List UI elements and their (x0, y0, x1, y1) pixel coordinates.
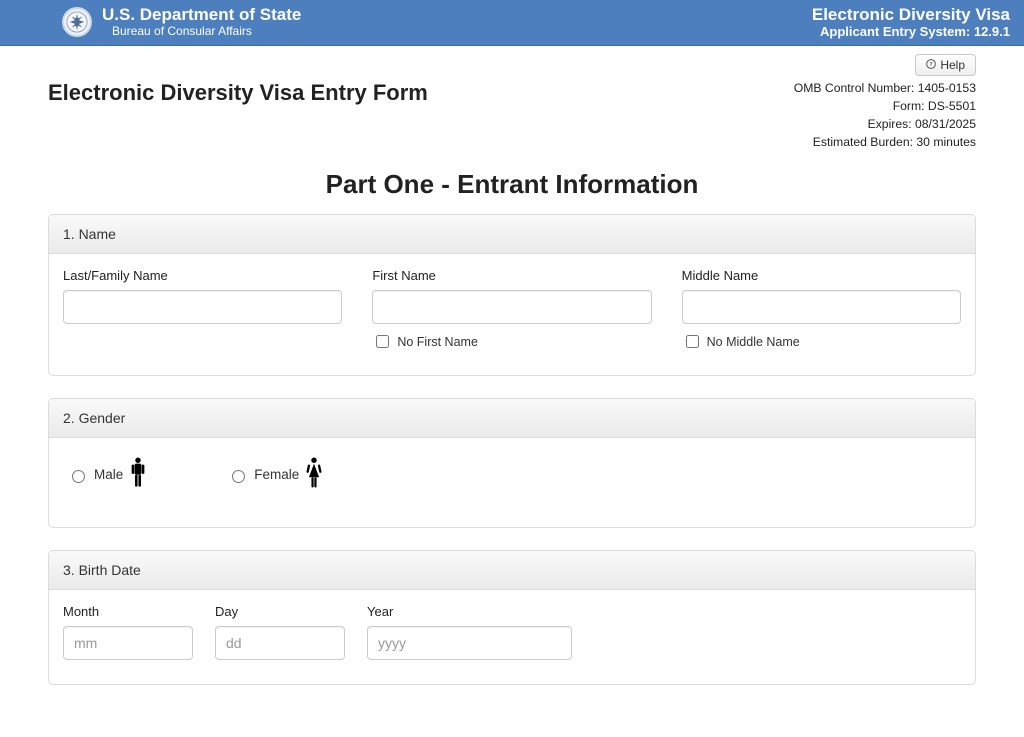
help-label: Help (940, 58, 965, 72)
year-input[interactable] (367, 626, 572, 660)
middle-name-input[interactable] (682, 290, 961, 324)
department-subtitle: Bureau of Consular Affairs (112, 25, 301, 38)
meta-burden: Estimated Burden: 30 minutes (794, 134, 976, 152)
panel-birth-date-header: 3. Birth Date (49, 551, 975, 590)
meta-omb: OMB Control Number: 1405-0153 (794, 80, 976, 98)
middle-name-label: Middle Name (682, 268, 961, 283)
month-label: Month (63, 604, 193, 619)
system-block: Electronic Diversity Visa Applicant Entr… (812, 5, 1010, 39)
meta-expires: Expires: 08/31/2025 (794, 116, 976, 134)
help-icon: ? (926, 58, 936, 72)
gender-male-label: Male (94, 467, 123, 482)
day-input[interactable] (215, 626, 345, 660)
no-first-name-checkbox[interactable] (376, 335, 389, 348)
year-label: Year (367, 604, 572, 619)
month-input[interactable] (63, 626, 193, 660)
form-meta: OMB Control Number: 1405-0153 Form: DS-5… (794, 80, 976, 151)
state-seal-icon (62, 7, 92, 37)
first-name-label: First Name (372, 268, 651, 283)
no-middle-name-checkbox[interactable] (686, 335, 699, 348)
system-subtitle: Applicant Entry System: 12.9.1 (812, 25, 1010, 40)
svg-text:?: ? (930, 63, 934, 69)
panel-name-header: 1. Name (49, 215, 975, 254)
day-label: Day (215, 604, 345, 619)
page-title: Electronic Diversity Visa Entry Form (48, 80, 428, 106)
section-heading: Part One - Entrant Information (48, 169, 976, 200)
no-middle-name-label: No Middle Name (707, 335, 800, 349)
gender-female-label: Female (254, 467, 299, 482)
last-name-label: Last/Family Name (63, 268, 342, 283)
gender-male-radio[interactable] (72, 470, 85, 483)
first-name-input[interactable] (372, 290, 651, 324)
no-first-name-label: No First Name (397, 335, 478, 349)
top-header: U.S. Department of State Bureau of Consu… (0, 0, 1024, 46)
gender-female-radio[interactable] (232, 470, 245, 483)
panel-gender: 2. Gender Male Female (48, 398, 976, 528)
panel-birth-date: 3. Birth Date Month Day Year (48, 550, 976, 685)
system-title: Electronic Diversity Visa (812, 5, 1010, 25)
meta-form: Form: DS-5501 (794, 98, 976, 116)
department-block: U.S. Department of State Bureau of Consu… (102, 6, 301, 38)
panel-gender-header: 2. Gender (49, 399, 975, 438)
panel-name: 1. Name Last/Family Name First Name No F… (48, 214, 976, 376)
department-title: U.S. Department of State (102, 6, 301, 25)
help-button[interactable]: ? Help (915, 54, 976, 76)
female-icon (305, 456, 323, 493)
male-icon (129, 456, 147, 493)
last-name-input[interactable] (63, 290, 342, 324)
